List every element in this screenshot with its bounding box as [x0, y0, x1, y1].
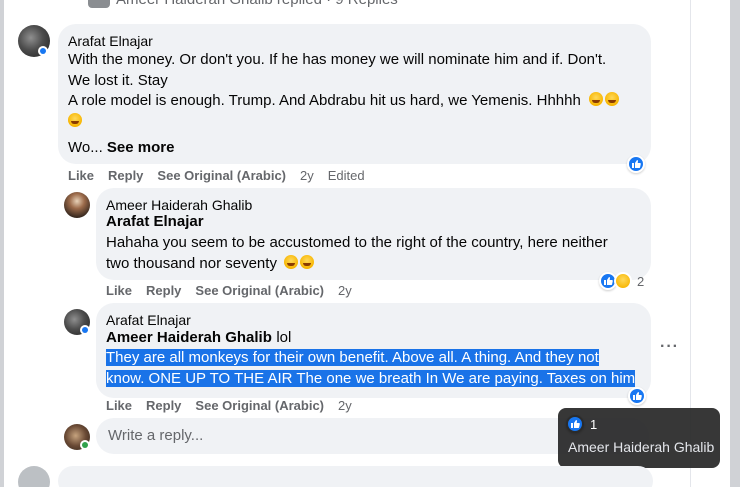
hug-emoji-icon — [68, 112, 82, 127]
selected-text: They are all monkeys for their own benef… — [106, 349, 599, 366]
right-frame-border — [730, 0, 740, 487]
haha-reaction-icon[interactable] — [614, 272, 632, 290]
avatar[interactable] — [18, 466, 50, 487]
comment-line: We lost it. Stay — [68, 71, 168, 89]
reply-line-with-emoji: two thousand nor seventy — [106, 254, 646, 275]
replies-header-text: Ameer Haiderah Ghalib replied · 9 Replie… — [116, 0, 398, 8]
tooltip-name: Ameer Haiderah Ghalib — [568, 439, 715, 455]
timestamp[interactable]: 2y — [338, 398, 352, 413]
reply-avatars-icon — [88, 0, 110, 9]
like-reaction-icon[interactable] — [628, 387, 646, 405]
comment-bubble — [58, 466, 653, 487]
reply-link[interactable]: Reply — [146, 398, 181, 413]
see-original-link[interactable]: See Original (Arabic) — [195, 398, 324, 413]
comment-text: With the money. Or don't you. If he has … — [68, 50, 643, 159]
mention-tag[interactable]: Arafat Elnajar — [106, 213, 204, 230]
like-reaction-icon[interactable] — [627, 155, 645, 173]
timestamp[interactable]: 2y — [338, 283, 352, 298]
mention-suffix: lol — [276, 329, 292, 346]
reply-author[interactable]: Ameer Haiderah Ghalib — [106, 197, 252, 213]
hug-emoji-icon — [605, 92, 619, 106]
laughing-emoji-icon — [300, 254, 315, 269]
reply-bubble: Arafat Elnajar Ameer Haiderah Ghalib lol… — [96, 303, 651, 398]
comment-line: A role model is enough. Trump. And Abdra… — [68, 92, 581, 109]
reaction-tooltip: 1 Ameer Haiderah Ghalib — [558, 408, 720, 468]
reply-bubble: Ameer Haiderah Ghalib Arafat Elnajar Hah… — [96, 188, 651, 280]
tooltip-count: 1 — [590, 417, 598, 432]
reply-actions: Like Reply See Original (Arabic) 2y — [106, 283, 366, 298]
hug-emoji-icon — [589, 92, 603, 106]
avatar[interactable] — [64, 192, 90, 218]
reply-line: two thousand nor seventy — [106, 254, 277, 272]
comment-line: With the money. Or don't you. If he has … — [68, 51, 607, 68]
comment-line-with-emoji: A role model is enough. Trump. And Abdra… — [68, 91, 643, 112]
truncated-text: Wo... — [68, 139, 103, 156]
like-link[interactable]: Like — [68, 168, 94, 183]
like-link[interactable]: Like — [106, 283, 132, 298]
edited-label[interactable]: Edited — [328, 168, 365, 183]
more-options-icon[interactable]: ··· — [660, 338, 679, 356]
see-more-link[interactable]: See more — [107, 139, 175, 156]
replies-header[interactable]: Ameer Haiderah Ghalib replied · 9 Replie… — [88, 0, 398, 9]
profile-badge-icon — [80, 325, 90, 335]
left-frame-border — [0, 0, 4, 487]
reaction-count[interactable]: 2 — [637, 274, 644, 289]
mention-tag[interactable]: Ameer Haiderah Ghalib — [106, 329, 272, 346]
profile-badge-icon — [38, 46, 48, 56]
see-original-link[interactable]: See Original (Arabic) — [157, 168, 286, 183]
reply-author[interactable]: Arafat Elnajar — [106, 312, 191, 328]
reply-link[interactable]: Reply — [146, 283, 181, 298]
reply-line: Hahaha you seem to be accustomed to the … — [106, 234, 608, 251]
laughing-emoji-icon — [284, 254, 299, 269]
reply-text: They are all monkeys for their own benef… — [106, 348, 646, 389]
reply-link[interactable]: Reply — [108, 168, 143, 183]
comment-bubble: Arafat Elnajar With the money. Or don't … — [58, 24, 651, 164]
comment-line-emoji-only — [68, 112, 643, 133]
online-status-icon — [80, 440, 90, 450]
reply-actions: Like Reply See Original (Arabic) 2y — [106, 398, 366, 413]
comment-author[interactable]: Arafat Elnajar — [68, 33, 153, 49]
see-original-link[interactable]: See Original (Arabic) — [195, 283, 324, 298]
comment-actions: Like Reply See Original (Arabic) 2y Edited — [68, 168, 379, 183]
mention-line: Ameer Haiderah Ghalib lol — [106, 328, 291, 349]
reply-text: Hahaha you seem to be accustomed to the … — [106, 233, 646, 274]
selected-text: know. ONE UP TO THE AIR The one we breat… — [106, 369, 636, 387]
like-link[interactable]: Like — [106, 398, 132, 413]
comment-truncated-line: Wo... See more — [68, 138, 643, 159]
like-reaction-icon — [566, 415, 584, 433]
timestamp[interactable]: 2y — [300, 168, 314, 183]
